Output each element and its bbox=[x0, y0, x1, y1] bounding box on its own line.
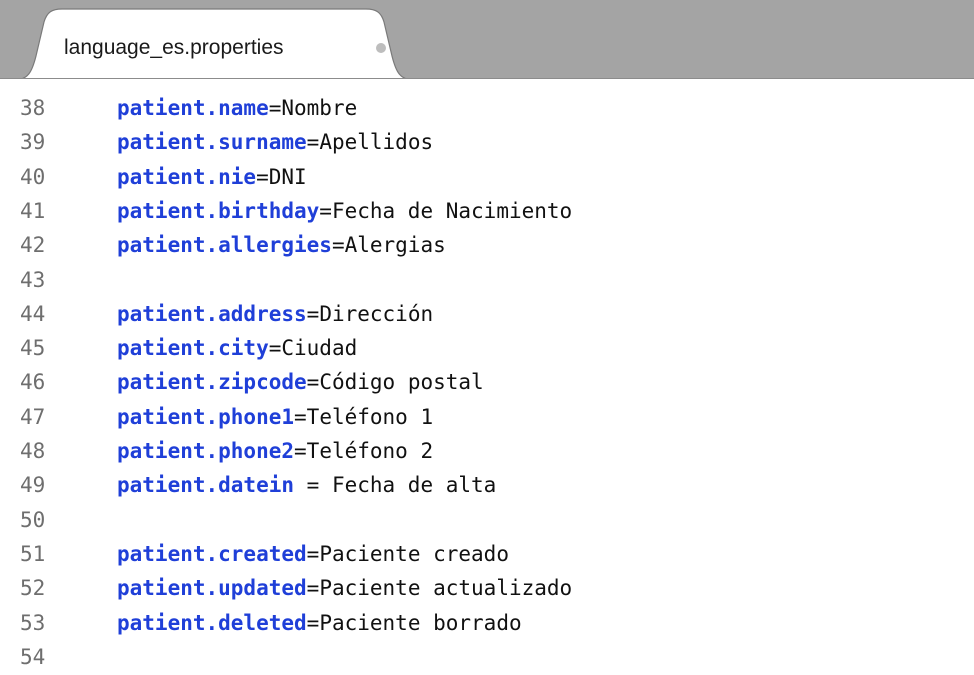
property-value: DNI bbox=[268, 164, 307, 189]
property-value: Paciente borrado bbox=[319, 610, 522, 635]
modified-dot-icon[interactable] bbox=[376, 43, 386, 53]
property-value: Ciudad bbox=[281, 336, 358, 361]
code-text: patient.allergies=Alergias bbox=[117, 228, 446, 262]
code-line[interactable]: 44 patient.address=Dirección bbox=[0, 297, 974, 331]
code-line[interactable]: 49 patient.datein = Fecha de alta bbox=[0, 468, 974, 502]
property-key: patient.city bbox=[117, 336, 269, 361]
code-line[interactable]: 42 patient.allergies=Alergias bbox=[0, 228, 974, 262]
tab-bar: language_es.properties bbox=[0, 0, 974, 79]
editor-window: language_es.properties 37 38patient.name… bbox=[0, 0, 974, 675]
property-value: Alergias bbox=[344, 233, 446, 258]
code-line[interactable]: 51 patient.created=Paciente creado bbox=[0, 537, 974, 571]
code-text: patient.nie=DNI bbox=[117, 160, 307, 194]
property-separator: = bbox=[306, 541, 320, 566]
code-text: patient.deleted=Paciente borrado bbox=[117, 606, 522, 640]
line-number: 54 bbox=[20, 644, 46, 669]
line-number: 40 bbox=[20, 164, 46, 189]
line-number: 50 bbox=[20, 507, 46, 532]
property-separator: = bbox=[256, 164, 269, 189]
line-number: 43 bbox=[20, 267, 46, 292]
code-text: patient.address=Dirección bbox=[117, 297, 433, 331]
line-number: 38 bbox=[20, 96, 46, 120]
property-separator: = bbox=[306, 370, 320, 395]
property-key: patient.name bbox=[117, 96, 269, 120]
property-key: patient.datein bbox=[117, 473, 295, 498]
code-line[interactable]: 48 patient.phone2=Teléfono 2 bbox=[0, 434, 974, 468]
code-text: patient.name=Nombre bbox=[117, 91, 357, 125]
code-editor[interactable]: 37 38patient.name=Nombre39patient.surnam… bbox=[0, 79, 974, 675]
property-key: patient.nie bbox=[117, 164, 257, 189]
code-text: patient.birthday=Fecha de Nacimiento bbox=[117, 194, 572, 228]
code-text: patient.datein = Fecha de alta bbox=[117, 468, 496, 502]
line-number: 47 bbox=[20, 404, 46, 429]
code-line[interactable]: 39 patient.surname=Apellidos bbox=[0, 125, 974, 159]
line-number: 41 bbox=[20, 198, 46, 223]
code-line[interactable]: 40 patient.nie=DNI bbox=[0, 160, 974, 194]
property-key: patient.phone1 bbox=[117, 404, 295, 429]
property-value: Código postal bbox=[319, 370, 484, 395]
code-line[interactable]: 43 bbox=[0, 263, 974, 297]
code-line[interactable]: 46 patient.zipcode=Código postal bbox=[0, 365, 974, 399]
property-separator: = bbox=[331, 233, 345, 258]
line-number: 48 bbox=[20, 439, 46, 463]
line-number: 52 bbox=[20, 576, 46, 601]
line-number: 45 bbox=[20, 336, 46, 361]
property-value: Paciente creado bbox=[319, 541, 509, 566]
property-value: Teléfono 2 bbox=[306, 439, 434, 463]
property-value: Apellidos bbox=[319, 130, 434, 155]
property-separator: = bbox=[319, 198, 332, 223]
code-line[interactable]: 52 patient.updated=Paciente actualizado bbox=[0, 571, 974, 605]
line-number: 44 bbox=[20, 301, 46, 326]
line-number: 39 bbox=[20, 130, 46, 155]
code-text: patient.phone1=Teléfono 1 bbox=[117, 400, 433, 434]
line-number: 42 bbox=[20, 233, 46, 258]
code-line[interactable]: 47 patient.phone1=Teléfono 1 bbox=[0, 400, 974, 434]
property-key: patient.created bbox=[117, 541, 307, 566]
property-separator: = bbox=[306, 130, 320, 155]
property-separator: = bbox=[268, 336, 282, 361]
code-line[interactable]: 45 patient.city=Ciudad bbox=[0, 331, 974, 365]
property-key: patient.allergies bbox=[117, 233, 332, 258]
line-number: 51 bbox=[20, 541, 46, 566]
property-key: patient.phone2 bbox=[117, 439, 295, 463]
tab-title: language_es.properties bbox=[64, 36, 284, 59]
property-value: Fecha de Nacimiento bbox=[331, 198, 573, 223]
property-key: patient.deleted bbox=[117, 610, 307, 635]
property-value: Dirección bbox=[319, 301, 434, 326]
property-key: patient.surname bbox=[117, 130, 307, 155]
property-value: Paciente actualizado bbox=[319, 576, 573, 601]
code-line[interactable]: 50 bbox=[0, 503, 974, 537]
code-text: patient.zipcode=Código postal bbox=[117, 365, 484, 399]
tab-language-es-properties[interactable]: language_es.properties bbox=[14, 8, 414, 78]
code-text: patient.phone2=Teléfono 2 bbox=[117, 434, 433, 468]
property-key: patient.birthday bbox=[117, 198, 320, 223]
property-separator: = bbox=[268, 96, 282, 120]
property-separator: = bbox=[306, 610, 320, 635]
property-key: patient.zipcode bbox=[117, 370, 307, 395]
property-separator: = bbox=[294, 404, 307, 429]
property-value: Nombre bbox=[281, 96, 358, 120]
property-separator: = bbox=[294, 473, 332, 498]
code-text: patient.created=Paciente creado bbox=[117, 537, 509, 571]
property-value: Fecha de alta bbox=[331, 473, 497, 498]
code-line[interactable]: 38 patient.name=Nombre bbox=[0, 91, 974, 125]
property-key: patient.updated bbox=[117, 576, 307, 601]
line-number: 46 bbox=[20, 370, 46, 395]
code-line[interactable]: 54 bbox=[0, 640, 974, 674]
line-number: 53 bbox=[20, 610, 46, 635]
code-text: patient.surname=Apellidos bbox=[117, 125, 433, 159]
property-separator: = bbox=[294, 439, 307, 463]
code-line[interactable]: 41 patient.birthday=Fecha de Nacimiento bbox=[0, 194, 974, 228]
property-value: Teléfono 1 bbox=[306, 404, 434, 429]
property-separator: = bbox=[306, 576, 320, 601]
code-text: patient.updated=Paciente actualizado bbox=[117, 571, 572, 605]
code-line[interactable]: 53 patient.deleted=Paciente borrado bbox=[0, 606, 974, 640]
line-number: 49 bbox=[20, 473, 46, 498]
property-separator: = bbox=[306, 301, 320, 326]
code-text: patient.city=Ciudad bbox=[117, 331, 357, 365]
property-key: patient.address bbox=[117, 301, 307, 326]
